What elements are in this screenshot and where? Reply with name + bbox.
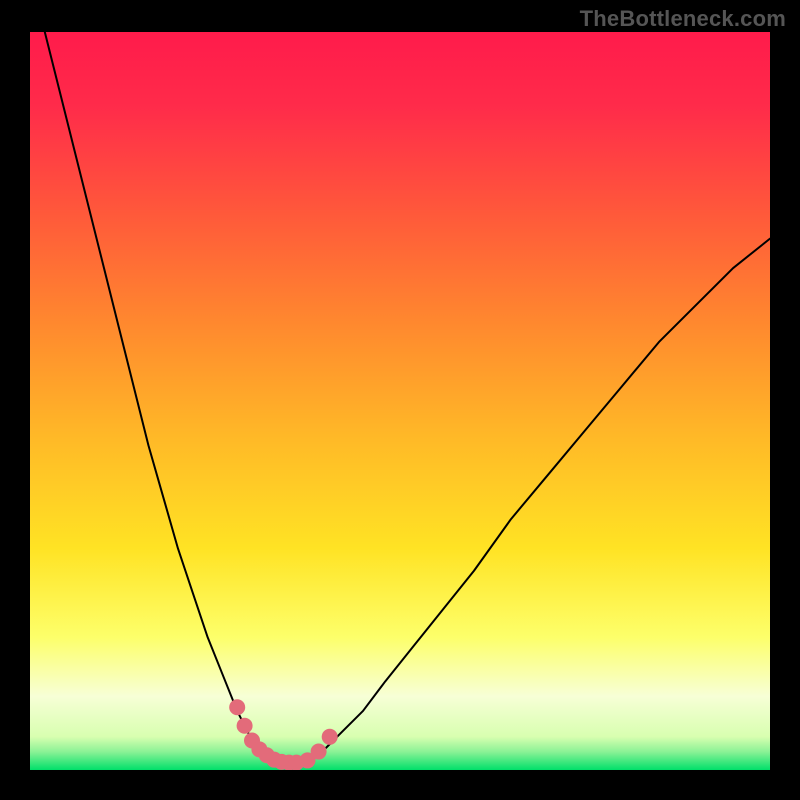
highlight-dot	[311, 744, 327, 760]
chart-background	[30, 32, 770, 770]
watermark-text: TheBottleneck.com	[580, 6, 786, 32]
highlight-dot	[229, 699, 245, 715]
highlight-dot	[237, 718, 253, 734]
chart-frame: TheBottleneck.com	[0, 0, 800, 800]
bottleneck-chart	[30, 32, 770, 770]
highlight-dot	[322, 729, 338, 745]
